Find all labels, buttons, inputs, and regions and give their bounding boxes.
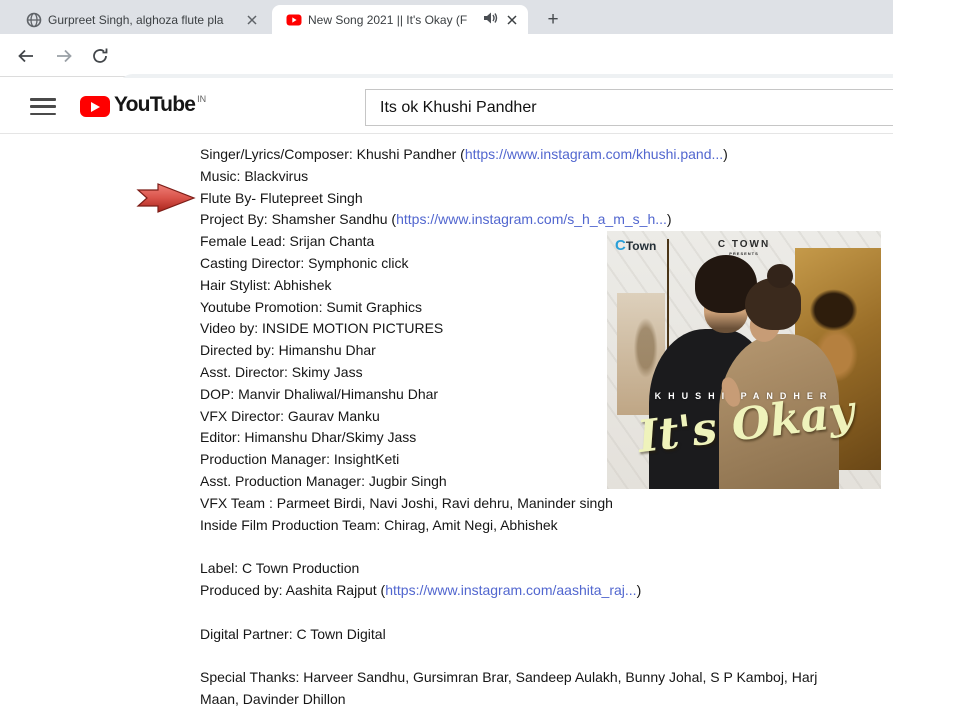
description-segment: ) [637, 582, 642, 598]
description-segment: Directed by: Himanshu Dhar [200, 342, 376, 358]
description-segment: Editor: Himanshu Dhar/Skimy Jass [200, 429, 416, 445]
browser-toolbar: youtube.com/watch?v=y8W3pIsQAGQ [0, 34, 893, 77]
youtube-play-icon [80, 96, 110, 117]
description-segment: Project By: Shamsher Sandhu ( [200, 211, 396, 227]
description-segment: Video by: INSIDE MOTION PICTURES [200, 320, 443, 336]
description-segment: Casting Director: Symphonic click [200, 255, 409, 271]
forward-button[interactable] [50, 42, 78, 70]
description-line: Singer/Lyrics/Composer: Khushi Pandher (… [200, 144, 860, 166]
description-line: Special Thanks: Harveer Sandhu, Gursimra… [200, 667, 860, 711]
description-segment: Digital Partner: C Town Digital [200, 626, 386, 642]
search-input[interactable] [380, 99, 893, 117]
description-line [200, 536, 860, 558]
youtube-favicon-icon [286, 12, 302, 28]
tab-new-song-active[interactable]: New Song 2021 || It's Okay (F [272, 5, 528, 34]
description-segment: Youtube Promotion: Sumit Graphics [200, 299, 422, 315]
new-tab-button[interactable]: + [540, 7, 566, 33]
reload-button[interactable] [86, 42, 114, 70]
description-segment: Production Manager: InsightKeti [200, 451, 399, 467]
description-segment: Singer/Lyrics/Composer: Khushi Pandher ( [200, 146, 465, 162]
poster-label-title: C TOWN [607, 239, 881, 250]
description-segment: ) [723, 146, 728, 162]
description-line: Project By: Shamsher Sandhu (https://www… [200, 209, 860, 231]
tab-title: New Song 2021 || It's Okay (F [308, 13, 478, 27]
description-line: Inside Film Production Team: Chirag, Ami… [200, 515, 860, 537]
instagram-link[interactable]: https://www.instagram.com/khushi.pand... [465, 146, 723, 162]
poster-label-sub: PRESENTS [607, 251, 881, 256]
hamburger-menu-icon[interactable] [30, 98, 56, 115]
close-icon[interactable] [504, 12, 520, 28]
description-line: Digital Partner: C Town Digital [200, 624, 860, 646]
description-segment: Female Lead: Srijan Chanta [200, 233, 374, 249]
tab-gurpreet-singh[interactable]: Gurpreet Singh, alghoza flute pla [12, 5, 268, 34]
poster-presents: C TOWN PRESENTS [607, 239, 881, 256]
description-segment: Asst. Production Manager: Jugbir Singh [200, 473, 447, 489]
description-segment: Produced by: Aashita Rajput ( [200, 582, 385, 598]
back-button[interactable] [12, 42, 40, 70]
region-badge: IN [197, 94, 206, 104]
description-line: Label: C Town Production [200, 558, 860, 580]
album-poster[interactable]: CTown C TOWN PRESENTS KHUSHI PANDHER It'… [607, 231, 881, 489]
description-segment: VFX Director: Gaurav Manku [200, 408, 380, 424]
description-segment: DOP: Manvir Dhaliwal/Himanshu Dhar [200, 386, 438, 402]
search-box[interactable] [365, 89, 893, 126]
description-segment: Asst. Director: Skimy Jass [200, 364, 363, 380]
description-segment: Inside Film Production Team: Chirag, Ami… [200, 517, 558, 533]
instagram-link[interactable]: https://www.instagram.com/s_h_a_m_s_h... [396, 211, 667, 227]
description-line [200, 645, 860, 667]
browser-window: Gurpreet Singh, alghoza flute pla New So… [0, 0, 893, 720]
description-segment: Flute By- Flutepreet Singh [200, 190, 363, 206]
red-arrow-annotation [136, 182, 200, 214]
instagram-link[interactable]: https://www.instagram.com/aashita_raj... [385, 582, 636, 598]
description-line: Flute By- Flutepreet Singh [200, 188, 860, 210]
tab-title: Gurpreet Singh, alghoza flute pla [48, 13, 238, 27]
description-segment: Music: Blackvirus [200, 168, 308, 184]
description-line: VFX Team : Parmeet Birdi, Navi Joshi, Ra… [200, 493, 860, 515]
poster-woman-bun [767, 264, 793, 288]
tab-strip: Gurpreet Singh, alghoza flute pla New So… [0, 0, 893, 34]
description-segment: Label: C Town Production [200, 560, 359, 576]
page-content: Singer/Lyrics/Composer: Khushi Pandher (… [0, 135, 893, 720]
youtube-header: YouTube IN [0, 78, 893, 134]
globe-icon [26, 12, 42, 28]
close-icon[interactable] [244, 12, 260, 28]
description-segment: VFX Team : Parmeet Birdi, Navi Joshi, Ra… [200, 495, 613, 511]
youtube-logo-text: YouTube [114, 93, 195, 117]
audio-playing-icon[interactable] [484, 11, 498, 29]
youtube-logo[interactable]: YouTube IN [80, 93, 206, 117]
description-segment: Hair Stylist: Abhishek [200, 277, 332, 293]
description-line [200, 602, 860, 624]
description-line: Produced by: Aashita Rajput (https://www… [200, 580, 860, 602]
description-line: Music: Blackvirus [200, 166, 860, 188]
description-segment: ) [667, 211, 672, 227]
description-segment: Special Thanks: Harveer Sandhu, Gursimra… [200, 669, 817, 707]
